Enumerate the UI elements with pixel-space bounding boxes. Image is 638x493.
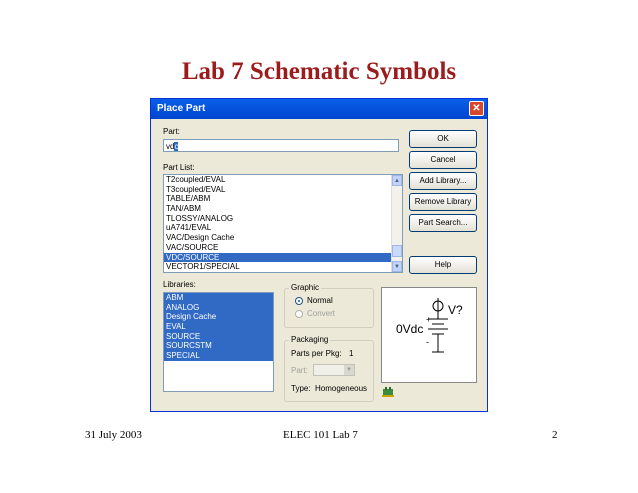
part-list-item[interactable]: VAC/Design Cache xyxy=(164,233,402,243)
minus-label: - xyxy=(426,337,429,347)
parts-per-pkg-value: 1 xyxy=(349,349,354,358)
type-label: Type: xyxy=(291,384,311,393)
footer-page-number: 2 xyxy=(552,429,558,441)
part-list-item[interactable]: TABLE/ABM xyxy=(164,194,402,204)
part-list-item[interactable]: VECTOR1/SPECIAL xyxy=(164,262,402,272)
packaging-group: Packaging Parts per Pkg: 1 Part: ▼ Type:… xyxy=(284,335,374,402)
part-status-icon xyxy=(382,387,394,397)
part-list-scrollbar[interactable]: ▲ ▼ xyxy=(391,175,402,272)
normal-radio[interactable] xyxy=(295,297,303,305)
parts-per-pkg-label: Parts per Pkg: xyxy=(291,349,342,358)
part-list-item[interactable]: T3coupled/EVAL xyxy=(164,185,402,195)
libraries-list[interactable]: ABM ANALOG Design Cache EVAL SOURCE SOURCSTM S… xyxy=(163,292,274,392)
vdc-symbol-icon: V? 0Vdc + - xyxy=(396,298,463,353)
cancel-button[interactable]: Cancel xyxy=(409,151,477,169)
part-input[interactable]: vdc xyxy=(163,139,399,152)
graphic-group: Graphic Normal Convert xyxy=(284,283,374,328)
library-item[interactable]: ABM xyxy=(164,293,273,303)
dialog-title: Place Part xyxy=(157,103,206,114)
footer-date: 31 July 2003 xyxy=(85,429,142,441)
part-list-item[interactable]: VAC/SOURCE xyxy=(164,243,402,253)
part-list-item[interactable]: TLOSSY/ANALOG xyxy=(164,214,402,224)
normal-label: Normal xyxy=(307,296,333,305)
part-combo-label: Part: xyxy=(291,366,308,375)
part-list-rows: T2coupled/EVAL T3coupled/EVAL TABLE/ABM TAN… xyxy=(164,175,402,272)
value-label: 0Vdc xyxy=(396,322,423,336)
library-item[interactable]: SPECIAL xyxy=(164,351,273,361)
part-list-item[interactable]: T2coupled/EVAL xyxy=(164,175,402,185)
symbol-preview: V? 0Vdc + - xyxy=(381,287,477,383)
part-list-item[interactable]: uA741/EVAL xyxy=(164,223,402,233)
libraries-rows: ABM ANALOG Design Cache EVAL SOURCE SOURCSTM S… xyxy=(164,293,273,361)
place-part-dialog: Place Part ✕ Part: vdc Part List: T2coup… xyxy=(150,98,488,412)
chevron-down-icon: ▼ xyxy=(344,365,354,375)
part-list[interactable]: T2coupled/EVAL T3coupled/EVAL TABLE/ABM TAN… xyxy=(163,174,403,273)
scroll-up-arrow-icon[interactable]: ▲ xyxy=(392,175,402,186)
close-icon: ✕ xyxy=(472,103,481,114)
dialog-titlebar[interactable]: Place Part ✕ xyxy=(151,99,487,119)
remove-library-button[interactable]: Remove Library xyxy=(409,193,477,211)
library-item[interactable]: SOURCSTM xyxy=(164,341,273,352)
slide-title: Lab 7 Schematic Symbols xyxy=(181,58,457,85)
convert-radio[interactable] xyxy=(295,310,303,318)
scroll-down-arrow-icon[interactable]: ▼ xyxy=(392,261,402,272)
library-item[interactable]: ANALOG xyxy=(164,302,273,313)
packaging-legend: Packaging xyxy=(289,335,331,344)
libraries-label: Libraries: xyxy=(163,280,196,289)
part-list-item[interactable]: VDC/SOURCE xyxy=(164,252,402,263)
plus-label: + xyxy=(426,315,431,324)
library-item[interactable]: Design Cache xyxy=(164,312,273,323)
add-library-button[interactable]: Add Library... xyxy=(409,172,477,190)
graphic-legend: Graphic xyxy=(289,283,322,292)
ref-label: V? xyxy=(448,303,463,317)
scroll-thumb[interactable] xyxy=(392,245,402,257)
help-button[interactable]: Help xyxy=(409,256,477,274)
library-item[interactable]: SOURCE xyxy=(164,331,273,342)
library-item[interactable]: EVAL xyxy=(164,322,273,332)
convert-label: Convert xyxy=(307,309,336,318)
part-list-label: Part List: xyxy=(163,163,195,172)
ok-button[interactable]: OK xyxy=(409,130,477,148)
close-button[interactable]: ✕ xyxy=(469,101,484,116)
footer-course: ELEC 101 Lab 7 xyxy=(283,429,358,441)
part-label: Part: xyxy=(163,127,180,136)
part-list-item[interactable]: TAN/ABM xyxy=(164,204,402,214)
type-value: Homogeneous xyxy=(315,384,368,393)
part-input-selected-text: c xyxy=(174,142,179,151)
part-combo[interactable]: ▼ xyxy=(313,364,355,376)
part-search-button[interactable]: Part Search... xyxy=(409,214,477,232)
